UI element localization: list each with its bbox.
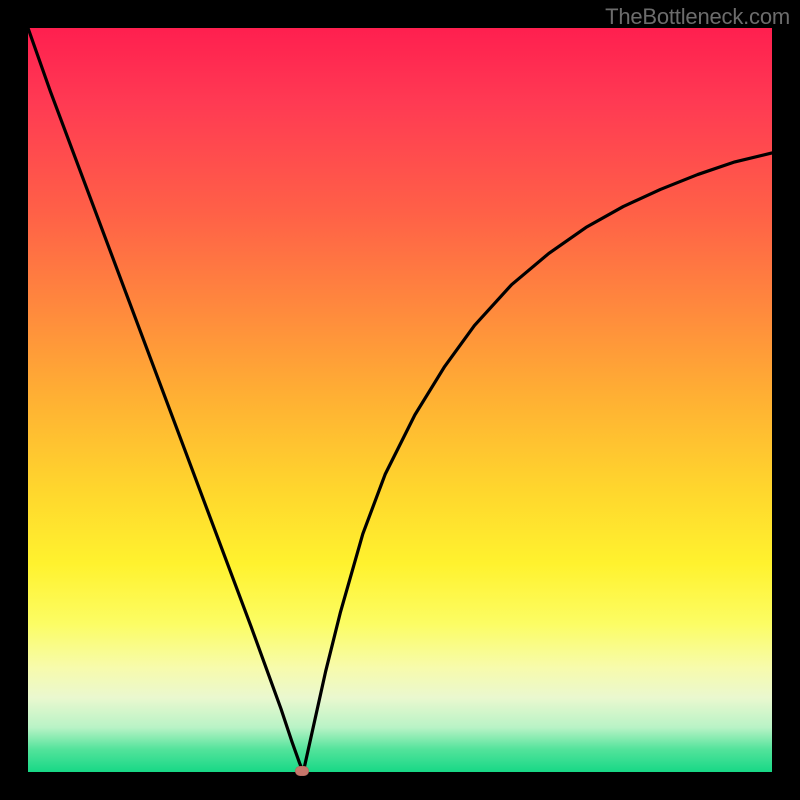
watermark-text: TheBottleneck.com [605, 4, 790, 30]
optimum-marker [295, 766, 309, 776]
plot-area [28, 28, 772, 772]
bottleneck-curve [28, 28, 772, 772]
chart-frame: TheBottleneck.com [0, 0, 800, 800]
